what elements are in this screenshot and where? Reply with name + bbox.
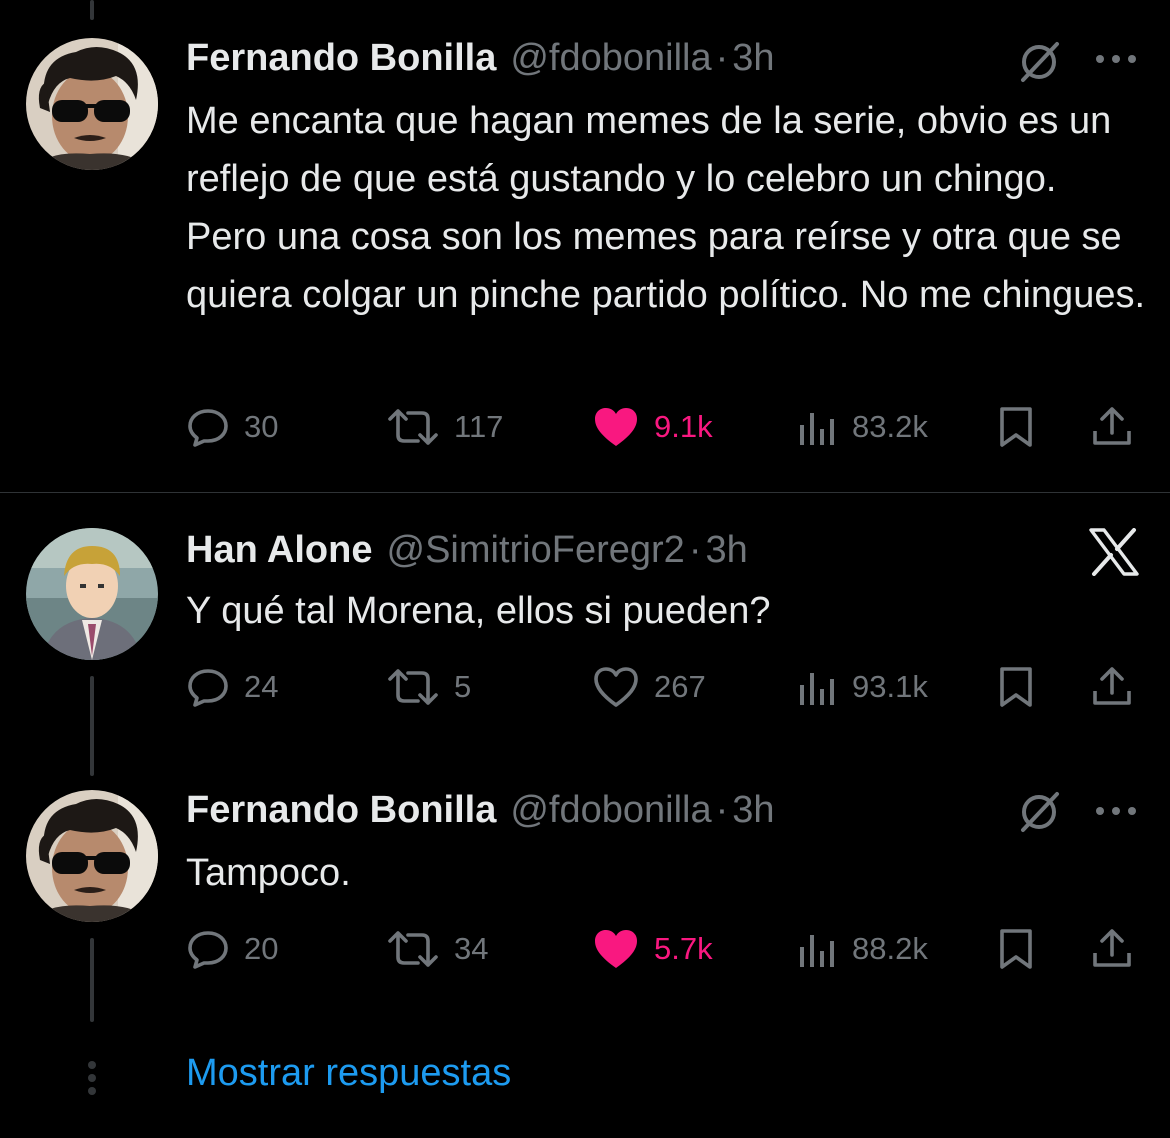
reply-icon: [188, 409, 228, 447]
retweet-count: 5: [454, 669, 472, 704]
tweet-author-reply[interactable]: Fernando Bonilla @fdobonilla · 3h Tampoc…: [0, 760, 1170, 1020]
timestamp[interactable]: 3h: [732, 789, 774, 832]
user-handle[interactable]: @fdobonilla: [510, 789, 711, 832]
reply-count: 20: [244, 931, 279, 966]
heart-icon: [595, 408, 637, 446]
like-button[interactable]: 5.7k: [592, 924, 713, 974]
views-button[interactable]: 93.1k: [798, 662, 928, 712]
views-count: 88.2k: [852, 931, 928, 966]
avatar[interactable]: [26, 38, 158, 170]
separator-dot: ·: [715, 788, 729, 831]
reply-icon: [188, 669, 228, 707]
user-handle[interactable]: @fdobonilla: [510, 37, 711, 80]
tweet-header: Fernando Bonilla @fdobonilla · 3h: [186, 786, 775, 834]
tweet-reply[interactable]: Han Alone @SimitrioFeregr2 · 3h Y qué ta…: [0, 500, 1170, 740]
retweet-icon: [388, 409, 438, 445]
retweet-button[interactable]: 34: [386, 924, 488, 974]
views-icon: [800, 413, 834, 445]
tweet-header: Han Alone @SimitrioFeregr2 · 3h: [186, 526, 748, 574]
display-name[interactable]: Fernando Bonilla: [186, 789, 496, 832]
more-icon[interactable]: [1092, 796, 1140, 826]
timestamp[interactable]: 3h: [705, 529, 747, 572]
reply-icon: [188, 931, 228, 969]
action-bar: 30 117 9.1k 83.2k: [186, 402, 1146, 452]
timestamp[interactable]: 3h: [732, 37, 774, 80]
bookmark-icon: [1000, 667, 1032, 707]
retweet-icon: [388, 669, 438, 705]
reply-count: 24: [244, 669, 279, 704]
retweet-button[interactable]: 5: [386, 662, 471, 712]
share-icon: [1093, 667, 1131, 705]
views-count: 93.1k: [852, 669, 928, 704]
heart-icon: [595, 930, 637, 968]
display-name[interactable]: Fernando Bonilla: [186, 37, 496, 80]
reply-button[interactable]: 30: [186, 402, 278, 452]
bookmark-button[interactable]: [996, 662, 1036, 712]
views-icon: [800, 673, 834, 705]
more-icon[interactable]: [1092, 44, 1140, 74]
share-icon: [1093, 929, 1131, 967]
like-count: 5.7k: [654, 931, 713, 966]
separator-dot: ·: [715, 36, 729, 79]
grok-icon[interactable]: [1014, 788, 1064, 836]
bookmark-button[interactable]: [996, 402, 1036, 452]
like-count: 267: [654, 669, 706, 704]
retweet-count: 117: [454, 409, 504, 444]
like-count: 9.1k: [654, 409, 713, 444]
tweet-text: Me encanta que hagan memes de la serie, …: [186, 100, 1146, 316]
share-icon: [1093, 407, 1131, 445]
display-name[interactable]: Han Alone: [186, 529, 373, 572]
user-handle[interactable]: @SimitrioFeregr2: [387, 529, 685, 572]
like-button[interactable]: 9.1k: [592, 402, 713, 452]
tweet-text: Y qué tal Morena, ellos si pueden?: [186, 590, 771, 632]
views-icon: [800, 935, 834, 967]
retweet-icon: [388, 931, 438, 967]
tweet-header: Fernando Bonilla @fdobonilla · 3h: [186, 34, 775, 82]
views-button[interactable]: 83.2k: [798, 402, 928, 452]
bookmark-icon: [1000, 929, 1032, 969]
tweet-original[interactable]: Fernando Bonilla @fdobonilla · 3h Me enc…: [0, 0, 1170, 490]
avatar[interactable]: [26, 790, 158, 922]
share-button[interactable]: [1090, 662, 1134, 712]
action-bar: 24 5 267 93.1k: [186, 662, 1146, 712]
reply-count: 30: [244, 409, 279, 444]
views-button[interactable]: 88.2k: [798, 924, 928, 974]
tweet-divider: [0, 492, 1170, 493]
show-replies-link[interactable]: Mostrar respuestas: [186, 1052, 511, 1095]
tweet-text: Tampoco.: [186, 852, 351, 894]
heart-icon: [594, 667, 638, 707]
avatar[interactable]: [26, 528, 158, 660]
bookmark-icon: [1000, 407, 1032, 447]
views-count: 83.2k: [852, 409, 928, 444]
action-bar: 20 34 5.7k 88.2k: [186, 924, 1146, 974]
share-button[interactable]: [1090, 402, 1134, 452]
reply-button[interactable]: 20: [186, 924, 278, 974]
separator-dot: ·: [688, 528, 702, 571]
like-button[interactable]: 267: [592, 662, 706, 712]
reply-button[interactable]: 24: [186, 662, 278, 712]
x-logo-icon: [1086, 526, 1142, 578]
share-button[interactable]: [1090, 924, 1134, 974]
bookmark-button[interactable]: [996, 924, 1036, 974]
retweet-count: 34: [454, 931, 489, 966]
more-replies-dots-icon: [86, 1060, 98, 1096]
grok-icon[interactable]: [1014, 38, 1064, 86]
retweet-button[interactable]: 117: [386, 402, 503, 452]
